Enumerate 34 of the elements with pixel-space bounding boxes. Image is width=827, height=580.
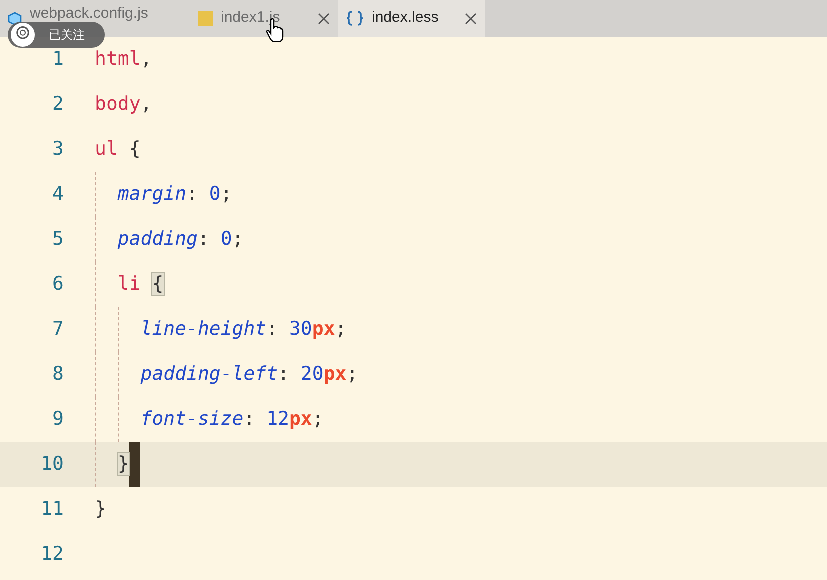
code-line: html, <box>95 47 152 72</box>
line-number: 5 <box>52 227 64 252</box>
line-number: 7 <box>52 317 64 342</box>
js-file-icon <box>198 11 213 26</box>
code-line: li { <box>118 272 164 298</box>
line-number: 6 <box>52 272 64 298</box>
logo-icon <box>11 23 35 47</box>
close-icon[interactable] <box>318 12 330 24</box>
line-number: 3 <box>52 137 64 162</box>
code-line: ul { <box>95 137 141 162</box>
code-line: padding-left: 20px; <box>140 362 358 388</box>
tab-label: webpack.config.js <box>30 4 150 24</box>
braces-icon <box>346 11 364 26</box>
line-number: 11 <box>40 497 64 522</box>
close-icon[interactable] <box>465 12 477 24</box>
code-line: } <box>95 497 106 522</box>
text-cursor <box>129 442 140 487</box>
line-number: 1 <box>52 47 64 72</box>
line-number: 4 <box>52 182 64 208</box>
code-line: padding: 0; <box>118 227 244 252</box>
follow-toast[interactable]: 已关注 <box>8 22 105 48</box>
line-number: 9 <box>52 407 64 432</box>
line-number: 12 <box>40 542 64 568</box>
line-number: 2 <box>52 92 64 118</box>
editor-tab[interactable]: index1.js <box>190 0 338 37</box>
line-number: 8 <box>52 362 64 388</box>
code-line: font-size: 12px; <box>140 407 324 432</box>
line-number: 10 <box>40 452 64 478</box>
code-line: margin: 0; <box>118 182 232 208</box>
tab-label: index1.js <box>221 8 282 28</box>
code-line: line-height: 30px; <box>140 317 347 342</box>
code-line: body, <box>95 92 152 118</box>
tab-label: index.less <box>372 8 440 28</box>
editor-tab[interactable]: index.less <box>338 0 485 37</box>
